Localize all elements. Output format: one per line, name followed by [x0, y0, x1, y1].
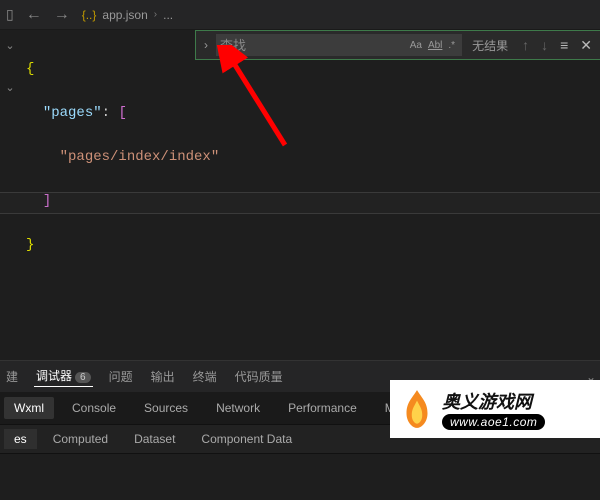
subtab-styles[interactable]: es: [4, 429, 37, 449]
tab-build[interactable]: 建: [4, 368, 20, 385]
find-input-wrap: Aa Abl .*: [216, 34, 462, 56]
subtab-dataset[interactable]: Dataset: [124, 429, 185, 449]
devtools-tab-wxml[interactable]: Wxml: [4, 397, 54, 419]
find-in-selection-toggle[interactable]: ≡: [556, 37, 572, 53]
match-word-toggle[interactable]: Abl: [425, 40, 445, 51]
devtools-tab-console[interactable]: Console: [62, 397, 126, 419]
nav-back-button[interactable]: ←: [26, 6, 42, 24]
tab-output[interactable]: 输出: [149, 368, 177, 385]
find-result-text: 无结果: [466, 37, 514, 54]
devtools-tab-network[interactable]: Network: [206, 397, 270, 419]
watermark-name: 奥义游戏网: [442, 388, 545, 414]
find-input[interactable]: [220, 38, 407, 53]
breadcrumb-filename: app.json: [102, 8, 147, 22]
code-brace-open: {: [26, 61, 34, 77]
subtab-component-data[interactable]: Component Data: [191, 429, 302, 449]
flame-icon: [396, 388, 438, 430]
find-widget: › Aa Abl .* 无结果 ↑ ↓ ≡ ✕: [195, 30, 600, 60]
debugger-badge: 6: [75, 372, 91, 383]
bookmark-icon: ▯: [6, 6, 14, 23]
tab-code-quality[interactable]: 代码质量: [233, 368, 285, 385]
code-editor[interactable]: ⌄ ⌄ { "pages": [ "pages/index/index" ] }: [0, 30, 600, 360]
code-string: "pages/index/index": [60, 149, 220, 165]
breadcrumb[interactable]: {..} app.json › ...: [82, 8, 173, 22]
match-case-toggle[interactable]: Aa: [407, 40, 425, 51]
tab-debugger[interactable]: 调试器6: [34, 367, 93, 387]
regex-toggle[interactable]: .*: [445, 40, 458, 51]
devtools-tab-sources[interactable]: Sources: [134, 397, 198, 419]
nav-forward-button[interactable]: →: [54, 6, 70, 24]
find-next-button[interactable]: ↓: [537, 37, 552, 53]
find-expand-toggle[interactable]: ›: [200, 38, 212, 52]
devtools-tab-performance[interactable]: Performance: [278, 397, 367, 419]
tab-problems[interactable]: 问题: [107, 368, 135, 385]
tab-terminal[interactable]: 终端: [191, 368, 219, 385]
watermark-logo: 奥义游戏网 www.aoe1.com: [390, 380, 600, 438]
find-prev-button[interactable]: ↑: [518, 37, 533, 53]
subtab-computed[interactable]: Computed: [43, 429, 118, 449]
breadcrumb-more: ...: [163, 8, 173, 22]
chevron-right-icon: ›: [154, 9, 157, 20]
code-brace-close: }: [26, 237, 34, 253]
editor-toolbar: ▯ ← → {..} app.json › ...: [0, 0, 600, 30]
watermark-url: www.aoe1.com: [442, 414, 545, 430]
fold-chevron-icon[interactable]: ⌄: [0, 36, 20, 56]
find-close-button[interactable]: ✕: [576, 37, 596, 54]
code-bracket-open: [: [118, 105, 126, 121]
fold-chevron-icon[interactable]: ⌄: [0, 78, 20, 98]
current-line-highlight: [0, 192, 600, 214]
code-key: "pages": [43, 105, 102, 121]
json-file-icon: {..}: [82, 8, 97, 22]
